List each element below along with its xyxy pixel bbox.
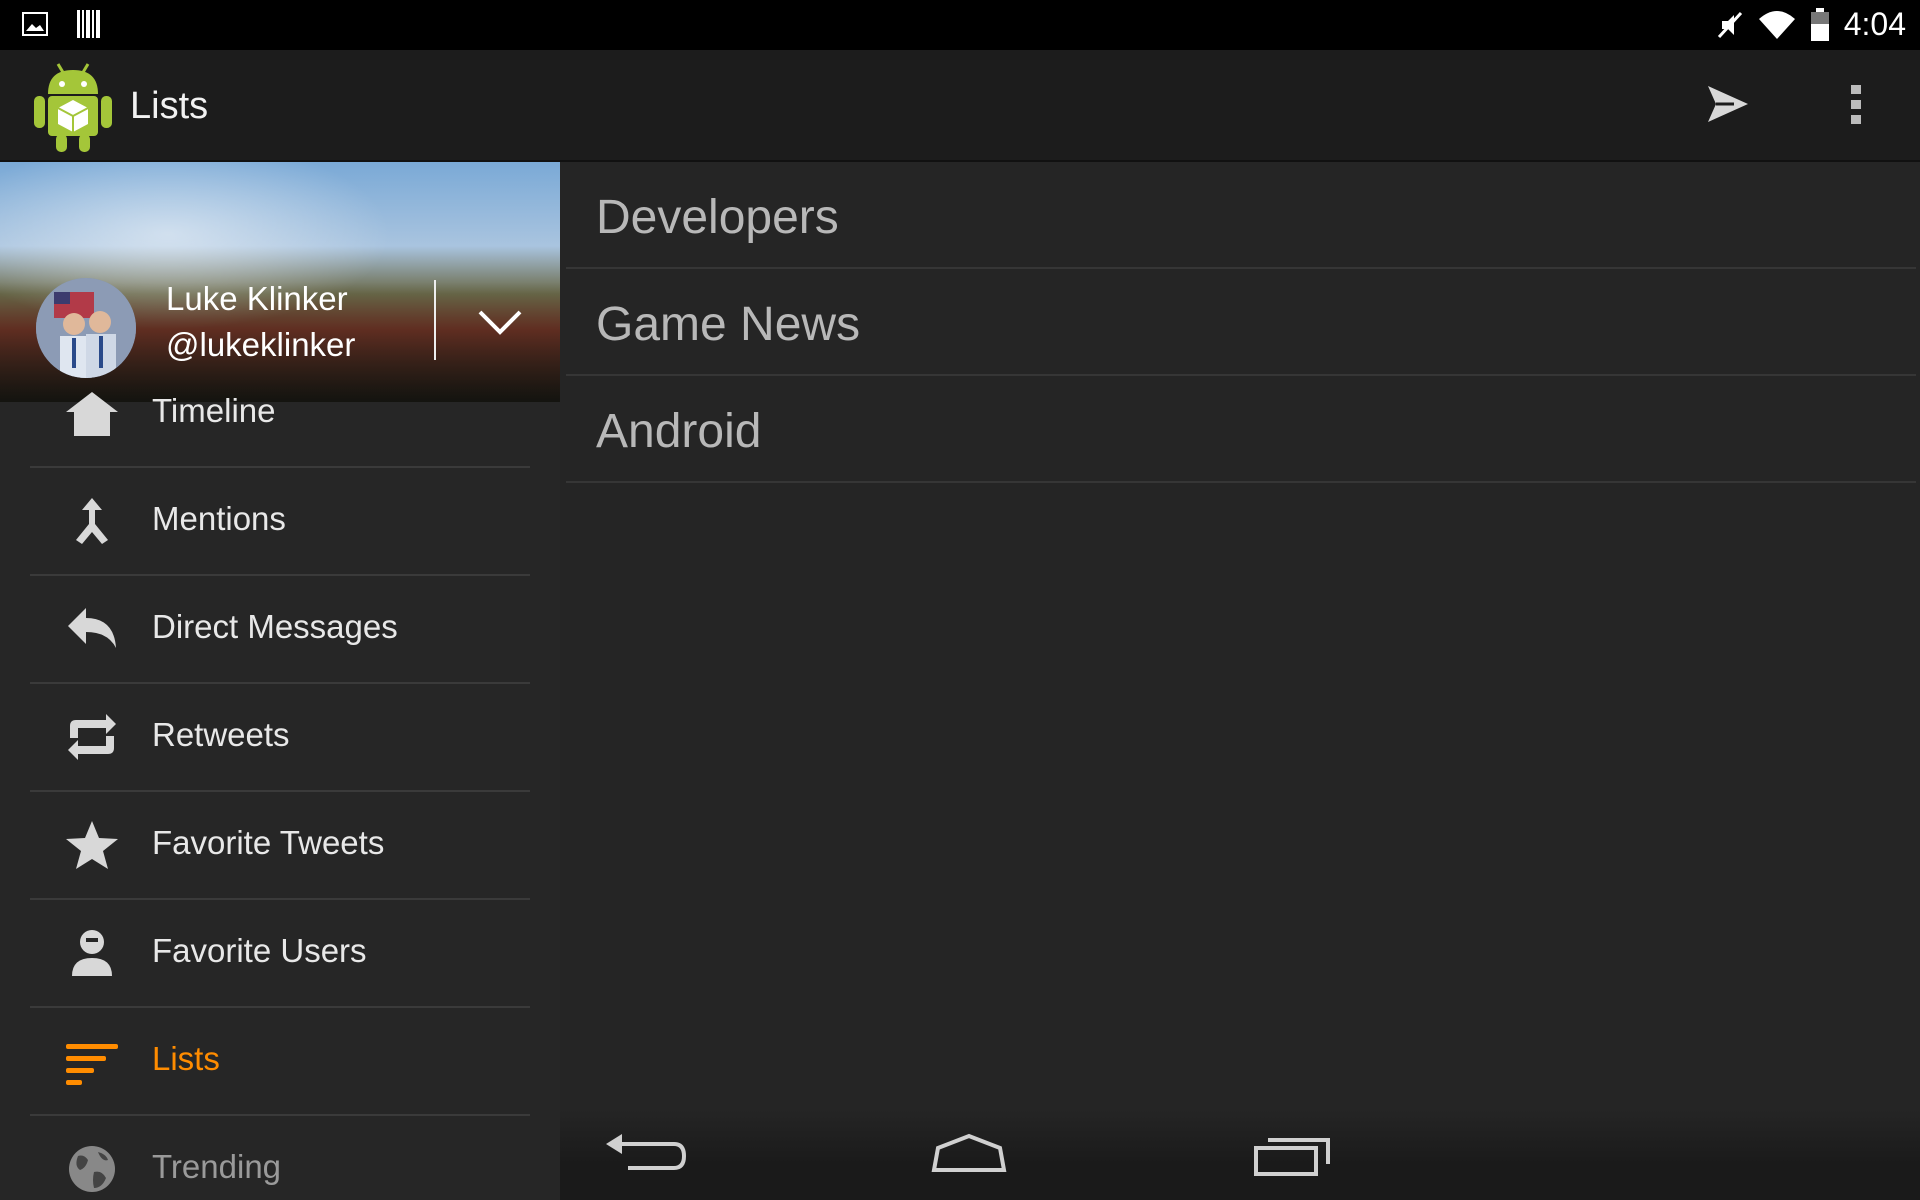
clock: 4:04	[1843, 6, 1906, 42]
drawer-item-label: Timeline	[152, 392, 276, 429]
android-app-logo[interactable]	[30, 58, 116, 154]
user-icon	[72, 930, 112, 976]
notification-icons	[22, 9, 102, 39]
mute-icon	[1717, 11, 1742, 38]
mentions-icon	[76, 498, 108, 544]
image-notification-icon	[22, 12, 48, 36]
drawer-item-favorite-tweets[interactable]: Favorite Tweets	[30, 790, 530, 900]
drawer-item-label: Direct Messages	[152, 608, 398, 645]
send-icon[interactable]	[1704, 80, 1752, 128]
drawer-item-trending[interactable]: Trending	[30, 1114, 530, 1200]
header-divider	[434, 280, 436, 360]
list-item[interactable]: Android	[566, 376, 1916, 483]
retweet-icon	[68, 714, 116, 760]
list-name: Android	[596, 405, 762, 458]
action-bar: Lists	[0, 50, 1920, 160]
user-name: Luke Klinker	[166, 280, 348, 317]
drawer-item-label: Favorite Tweets	[152, 824, 385, 861]
lists-icon	[66, 1044, 118, 1085]
star-icon	[66, 821, 118, 869]
drawer-item-lists[interactable]: Lists	[30, 1006, 530, 1116]
navigation-drawer: Luke Klinker @lukeklinker Timeline Menti…	[0, 162, 560, 1200]
back-icon[interactable]	[600, 1130, 690, 1180]
reply-icon	[68, 608, 116, 648]
drawer-item-direct-messages[interactable]: Direct Messages	[30, 574, 530, 684]
page-title: Lists	[130, 85, 209, 127]
home-icon	[66, 392, 118, 436]
battery-icon	[1810, 7, 1829, 41]
list-name: Game News	[596, 298, 861, 351]
avatar[interactable]	[36, 278, 136, 378]
user-handle: @lukeklinker	[166, 326, 356, 363]
recents-icon[interactable]	[1248, 1130, 1338, 1180]
list-item[interactable]: Game News	[566, 269, 1916, 376]
wifi-icon	[1758, 10, 1795, 39]
drawer-item-mentions[interactable]: Mentions	[30, 466, 530, 576]
drawer-item-timeline[interactable]: Timeline	[30, 358, 530, 468]
globe-icon	[69, 1146, 115, 1192]
drawer-item-label: Retweets	[152, 716, 290, 753]
barcode-notification-icon	[77, 10, 100, 38]
overflow-menu-icon[interactable]	[1846, 80, 1866, 130]
drawer-item-label: Mentions	[152, 500, 286, 537]
drawer-item-retweets[interactable]: Retweets	[30, 682, 530, 792]
list-item[interactable]: Developers	[566, 162, 1916, 269]
drawer-item-label: Favorite Users	[152, 932, 367, 969]
drawer-item-label: Lists	[152, 1040, 220, 1077]
system-icons: 4:04	[1716, 6, 1906, 43]
drawer-item-favorite-users[interactable]: Favorite Users	[30, 898, 530, 1008]
home-nav-icon[interactable]	[924, 1130, 1014, 1180]
avatar-photo	[36, 278, 136, 378]
chevron-down-icon[interactable]	[476, 302, 524, 342]
system-nav-bar	[560, 1110, 1920, 1200]
lists-pane: Developers Game News Android	[560, 162, 1920, 1200]
drawer-item-label: Trending	[152, 1148, 282, 1185]
status-bar: 4:04	[0, 0, 1920, 50]
list-name: Developers	[596, 191, 839, 244]
